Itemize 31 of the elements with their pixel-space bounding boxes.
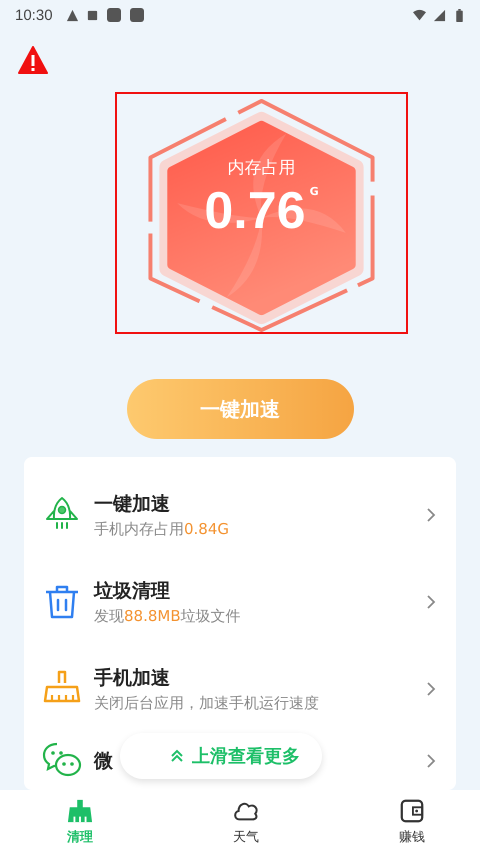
wifi-icon bbox=[413, 8, 426, 22]
notification-icon bbox=[86, 8, 99, 22]
warning-icon[interactable] bbox=[18, 46, 48, 74]
status-time: 10:30 bbox=[15, 6, 53, 24]
notification-icon bbox=[128, 7, 145, 23]
chevron-right-icon bbox=[426, 594, 436, 610]
memory-unit: G bbox=[310, 185, 319, 198]
scroll-hint-toast[interactable]: 上滑查看更多 bbox=[120, 733, 322, 779]
feature-description: 手机内存占用0.84G bbox=[94, 520, 230, 538]
feature-description: 关闭后台应用，加速手机运行速度 bbox=[94, 694, 319, 712]
feature-title: 垃圾清理 bbox=[94, 578, 170, 604]
chevron-right-icon bbox=[426, 753, 436, 769]
double-chevron-up-icon bbox=[170, 749, 184, 763]
nav-tab[interactable]: 清理 bbox=[52, 790, 108, 854]
warning-icon bbox=[66, 8, 79, 22]
feature-title: 一键加速 bbox=[94, 492, 170, 516]
signal-icon bbox=[433, 8, 446, 22]
feature-title: 手机加速 bbox=[94, 666, 170, 690]
feature-title: 微 bbox=[94, 749, 113, 774]
nav-tab[interactable]: 赚钱 bbox=[384, 790, 440, 854]
boost-button[interactable]: 一键加速 bbox=[126, 379, 354, 439]
feature-description: 发现88.8MB垃圾文件 bbox=[94, 606, 241, 626]
broom-icon bbox=[67, 798, 93, 824]
gauge-label: 内存占用 bbox=[228, 157, 296, 179]
nav-tab[interactable]: 天气 bbox=[218, 790, 274, 854]
wallet-icon bbox=[399, 798, 425, 824]
chevron-right-icon bbox=[426, 680, 436, 696]
scroll-hint-text: 上滑查看更多 bbox=[192, 745, 300, 768]
memory-value: 0.76 bbox=[204, 185, 306, 237]
notification-icon bbox=[106, 7, 122, 23]
chevron-right-icon bbox=[426, 506, 436, 522]
